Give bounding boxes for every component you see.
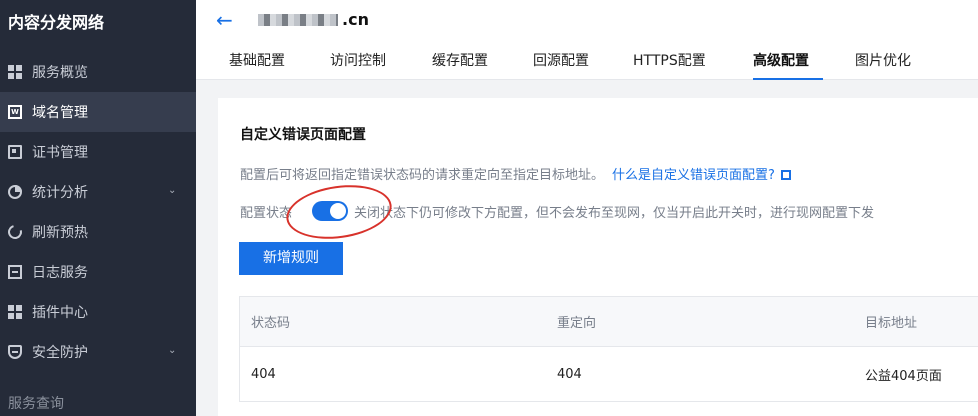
sidebar-item-logs[interactable]: 日志服务 (0, 252, 196, 292)
sidebar-item-label: 日志服务 (32, 265, 88, 281)
page-header: ← .cn 基础配置 访问控制 缓存配置 回源配置 HTTPS配置 高级配置 图… (196, 0, 978, 80)
cell-status-code: 404 (251, 366, 276, 382)
sidebar-item-plugins[interactable]: 插件中心 (0, 292, 196, 332)
column-header-target: 目标地址 (865, 316, 918, 331)
card-title: 自定义错误页面配置 (240, 127, 366, 143)
status-toggle[interactable] (312, 201, 349, 221)
refresh-icon (5, 222, 25, 242)
description-text: 配置后可将返回指定错误状态码的请求重定向至指定目标地址。 (240, 168, 605, 183)
grid-icon (8, 305, 22, 319)
sidebar-item-domain-management[interactable]: W 域名管理 (0, 92, 196, 132)
tab-cache[interactable]: 缓存配置 (432, 52, 533, 80)
tab-https[interactable]: HTTPS配置 (633, 52, 753, 80)
tab-advanced[interactable]: 高级配置 (753, 52, 823, 80)
help-link[interactable]: 什么是自定义错误页面配置? (612, 168, 775, 183)
column-header-status-code: 状态码 (251, 316, 291, 331)
sidebar-item-label: 插件中心 (32, 305, 88, 321)
sidebar-item-overview[interactable]: 服务概览 (0, 52, 196, 92)
sidebar-item-label: 安全防护 (32, 345, 88, 361)
external-link-icon[interactable] (780, 170, 791, 180)
sidebar-item-refresh-preheat[interactable]: 刷新预热 (0, 212, 196, 252)
sidebar-item-certificates[interactable]: 证书管理 (0, 132, 196, 172)
domain-title: .cn (258, 10, 369, 29)
add-rule-button[interactable]: 新增规则 (239, 242, 343, 275)
www-icon: W (8, 105, 22, 119)
tab-image-optimization[interactable]: 图片优化 (855, 52, 935, 80)
tab-access-control[interactable]: 访问控制 (330, 52, 432, 80)
chevron-down-icon: ⌄ (168, 185, 177, 196)
sidebar-section-label: 服务查询 (8, 396, 64, 412)
grid-icon (8, 65, 22, 79)
config-tabs: 基础配置 访问控制 缓存配置 回源配置 HTTPS配置 高级配置 图片优化 (229, 52, 935, 80)
status-row: 配置状态 关闭状态下仍可修改下方配置，但不会发布至现网，仅当开启此开关时，进行现… (240, 201, 874, 221)
sidebar-item-label: 统计分析 (32, 185, 88, 201)
cell-target: 公益404页面 (865, 368, 942, 384)
pie-chart-icon (8, 185, 22, 199)
domain-suffix: .cn (342, 10, 369, 29)
chevron-down-icon: ⌄ (168, 345, 177, 356)
rules-table: 状态码 重定向 目标地址 404 404 公益404页面 (239, 296, 978, 402)
toggle-knob (330, 203, 347, 219)
custom-error-page-card: 自定义错误页面配置 配置后可将返回指定错误状态码的请求重定向至指定目标地址。 什么… (218, 98, 978, 416)
sidebar-item-label: 域名管理 (32, 105, 88, 121)
table-row: 404 404 公益404页面 (240, 347, 978, 401)
status-hint: 关闭状态下仍可修改下方配置，但不会发布至现网，仅当开启此开关时，进行现网配置下发 (354, 205, 875, 221)
product-title: 内容分发网络 (8, 13, 105, 32)
sidebar-item-label: 服务概览 (32, 65, 88, 81)
card-description: 配置后可将返回指定错误状态码的请求重定向至指定目标地址。 什么是自定义错误页面配置… (240, 164, 791, 183)
cell-redirect: 404 (557, 366, 582, 382)
status-label: 配置状态 (240, 205, 293, 221)
table-header: 状态码 重定向 目标地址 (240, 297, 978, 347)
column-header-redirect: 重定向 (557, 316, 597, 331)
sidebar-item-label: 证书管理 (32, 145, 88, 161)
sidebar-item-label: 刷新预热 (32, 225, 88, 241)
masked-domain-icon (258, 13, 338, 26)
tab-basic[interactable]: 基础配置 (229, 52, 330, 80)
shield-icon (8, 345, 22, 359)
sidebar-item-security[interactable]: 安全防护 ⌄ (0, 332, 196, 372)
sidebar: 内容分发网络 服务概览 W 域名管理 证书管理 统计分析 ⌄ 刷新预热 日志服务… (0, 0, 196, 416)
tab-origin[interactable]: 回源配置 (533, 52, 633, 80)
certificate-icon (8, 145, 22, 159)
log-icon (8, 265, 22, 279)
sidebar-item-analytics[interactable]: 统计分析 ⌄ (0, 172, 196, 212)
back-arrow-icon[interactable]: ← (216, 8, 233, 32)
